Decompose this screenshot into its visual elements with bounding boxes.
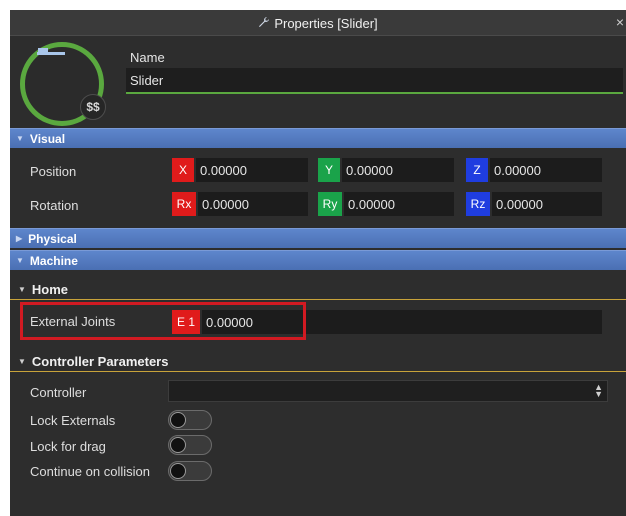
continue-on-collision-toggle[interactable] — [168, 461, 212, 481]
home-title: Home — [31, 282, 69, 297]
rx-axis-tag: Rx — [172, 192, 196, 216]
window-title: Properties [Slider] — [274, 15, 378, 31]
rotation-y-field[interactable]: 0.00000 — [344, 192, 454, 216]
section-title: Physical — [28, 231, 77, 246]
section-title: Visual — [29, 131, 66, 146]
rotation-z-field[interactable]: 0.00000 — [492, 192, 602, 216]
title-bar: Properties [Slider] × — [10, 10, 626, 36]
rotation-x-field[interactable]: 0.00000 — [198, 192, 308, 216]
collapse-arrow-icon: ▼ — [18, 357, 26, 366]
collapse-arrow-icon: ▼ — [18, 285, 26, 294]
toggle-knob — [170, 412, 186, 428]
controller-parameters-title: Controller Parameters — [31, 354, 169, 369]
continue-on-collision-label: Continue on collision — [30, 464, 150, 479]
x-axis-tag: X — [172, 158, 194, 182]
money-badge[interactable]: $$ — [80, 94, 106, 120]
position-z-field[interactable]: 0.00000 — [490, 158, 602, 182]
position-y-field[interactable]: 0.00000 — [342, 158, 454, 182]
ry-axis-tag: Ry — [318, 192, 342, 216]
section-machine[interactable]: ▼ Machine — [10, 250, 626, 270]
toggle-knob — [170, 437, 186, 453]
y-axis-tag: Y — [318, 158, 340, 182]
expand-arrow-icon: ▶ — [16, 234, 23, 243]
toggle-knob — [170, 463, 186, 479]
home-header[interactable]: ▼ Home — [10, 280, 626, 300]
highlight-box — [20, 302, 306, 340]
rotation-label: Rotation — [30, 198, 79, 213]
section-visual[interactable]: ▼ Visual — [10, 128, 626, 148]
section-title: Machine — [29, 253, 78, 268]
position-label: Position — [30, 164, 77, 179]
controller-parameters-header[interactable]: ▼ Controller Parameters — [10, 352, 626, 372]
position-x-field[interactable]: 0.00000 — [196, 158, 308, 182]
slider-glyph-icon — [37, 48, 65, 55]
section-physical[interactable]: ▶ Physical — [10, 228, 626, 248]
wrench-icon — [258, 16, 270, 31]
lock-externals-label: Lock Externals — [30, 413, 116, 428]
lock-for-drag-toggle[interactable] — [168, 435, 212, 455]
rz-axis-tag: Rz — [466, 192, 490, 216]
spinner-arrows-icon: ▲ ▼ — [594, 382, 603, 399]
lock-for-drag-label: Lock for drag — [30, 439, 106, 454]
controller-select[interactable]: ▲ ▼ — [168, 380, 608, 402]
z-axis-tag: Z — [466, 158, 488, 182]
collapse-arrow-icon: ▼ — [16, 256, 24, 265]
properties-panel: Properties [Slider] × $$ Name Slider ▼ V… — [10, 10, 626, 516]
lock-externals-toggle[interactable] — [168, 410, 212, 430]
name-label: Name — [130, 50, 165, 65]
controller-label: Controller — [30, 385, 87, 400]
close-icon[interactable]: × — [616, 14, 624, 30]
name-field[interactable]: Slider — [126, 68, 623, 94]
collapse-arrow-icon: ▼ — [16, 134, 24, 143]
